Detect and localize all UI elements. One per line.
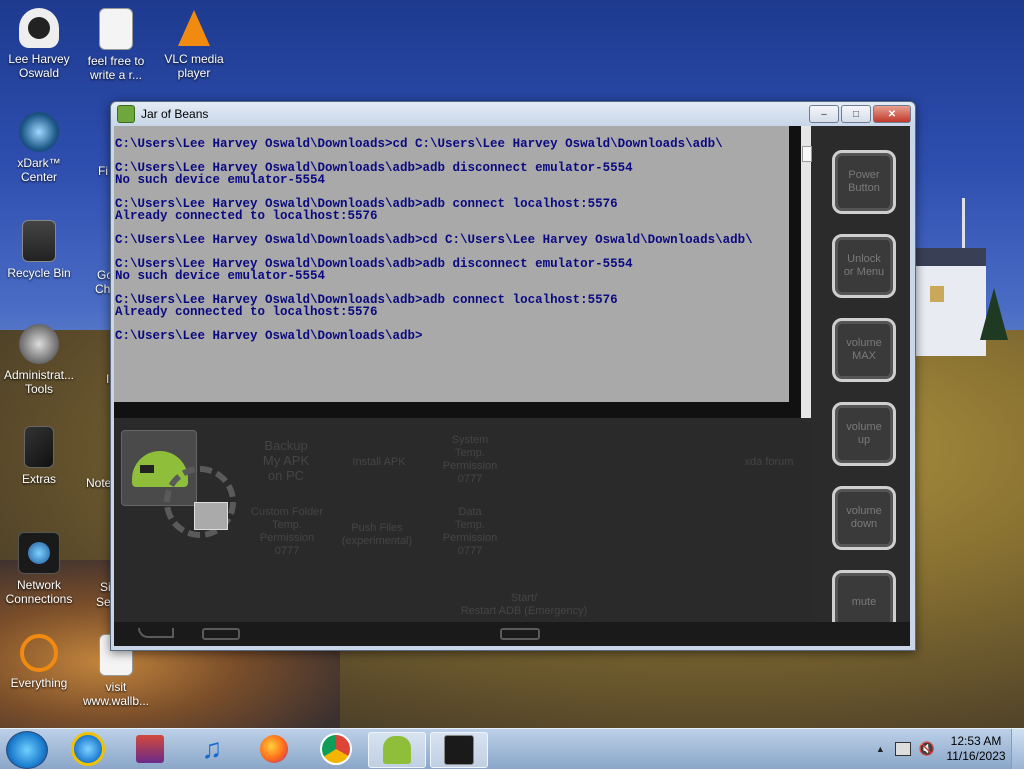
taskbar-chrome[interactable] [308,732,364,766]
backup-apk-button[interactable]: Backup My APK on PC [254,438,318,483]
desktop-icon-label: VLC media player [164,52,224,80]
taskbar: ♫ ▲ 🔇 12:53 AM 11/16/2023 [0,728,1024,769]
restart-adb-button[interactable]: Start/ Restart ADB (Emergency) [444,592,604,618]
recent-apps-icon[interactable] [202,628,240,640]
gear-icon [19,324,59,364]
desktop-partial-label: Note [86,476,112,490]
desktop-icon-label: Everything [10,676,68,690]
xda-forum-link[interactable]: xda forum [734,456,804,469]
desktop-partial-label: Se [96,595,111,609]
custom-folder-permission-button[interactable]: Custom Folder Temp. Permission 0777 [244,506,330,558]
volume-max-button[interactable]: volume MAX [832,318,896,382]
window-titlebar[interactable]: Jar of Beans [111,102,915,126]
recycle-bin-icon [22,220,56,262]
media-app-icon [136,735,164,763]
android-robot-icon [383,736,411,764]
desktop-icon-label: Extras [21,472,56,486]
system-tray: ▲ 🔇 12:53 AM 11/16/2023 [876,729,1024,769]
system-permission-button[interactable]: System Temp. Permission 0777 [440,434,500,486]
desktop-icon-xdark[interactable]: xDark™ Center [1,112,77,184]
console-bottom-bar [114,402,789,418]
console-icon [444,735,474,765]
wallpaper-house [916,248,986,356]
unlock-menu-button[interactable]: Unlock or Menu [832,234,896,298]
taskbar-music[interactable]: ♫ [184,732,240,766]
minimize-button[interactable]: – [809,105,839,123]
back-icon[interactable] [138,628,174,638]
desktop-partial-label: I [106,372,110,386]
desktop-partial-label: Fi [98,164,108,178]
clock-date: 11/16/2023 [946,749,1006,763]
network-tray-icon[interactable] [894,742,911,756]
adb-console[interactable]: C:\Users\Lee Harvey Oswald\Downloads>cd … [114,126,789,402]
taskbar-firefox[interactable] [246,732,302,766]
desktop-icon-label: Lee Harvey Oswald [8,52,70,80]
user-avatar-icon [19,8,59,48]
options-panel: Backup My APK on PC Install APK System T… [114,422,814,622]
desktop-icon-label: visit www.wallb... [82,680,150,708]
volume-up-button[interactable]: volume up [832,402,896,466]
power-button[interactable]: Power Button [832,150,896,214]
network-globe-icon [18,532,60,574]
android-nav-bar [114,622,910,646]
device-control-buttons: Power Button Unlock or Menu volume MAX v… [832,150,896,654]
folder-icon [24,426,54,468]
clock-time: 12:53 AM [950,734,1002,748]
taskbar-console[interactable] [430,732,488,768]
firefox-icon [260,735,288,763]
desktop-icon-extras[interactable]: Extras [1,426,77,486]
desktop-icon-label: feel free to write a r... [87,54,145,82]
clock[interactable]: 12:53 AM 11/16/2023 [941,734,1011,764]
speaker-muted-icon[interactable]: 🔇 [919,741,935,757]
close-button[interactable]: ✕ [873,105,911,123]
install-apk-button[interactable]: Install APK [344,456,414,469]
music-note-icon: ♫ [201,733,223,764]
desktop-icon-text-file[interactable]: feel free to write a r... [78,8,154,82]
scrollbar-thumb[interactable] [802,146,812,162]
show-desktop-button[interactable] [1011,729,1024,769]
chrome-icon [320,733,352,765]
desktop-icon-admin-tools[interactable]: Administrat... Tools [1,324,77,396]
window-title: Jar of Beans [141,107,209,121]
desktop-icon-label: Administrat... Tools [3,368,75,396]
desktop-icon-network[interactable]: Network Connections [1,532,77,606]
window-client-area: C:\Users\Lee Harvey Oswald\Downloads>cd … [114,126,910,646]
desktop-icon-vlc[interactable]: VLC media player [156,8,232,80]
desktop-partial-label: Ch [95,282,111,296]
volume-down-button[interactable]: volume down [832,486,896,550]
jar-of-beans-app-icon [117,105,135,123]
desktop-icon-label: Network Connections [5,578,73,606]
desktop-icon-everything[interactable]: Everything [1,634,77,690]
text-document-icon [99,8,133,50]
console-output: C:\Users\Lee Harvey Oswald\Downloads>cd … [115,137,753,343]
start-button[interactable] [6,731,48,769]
taskbar-internet-explorer[interactable] [60,732,116,766]
desktop-icon-user[interactable]: Lee Harvey Oswald [1,8,77,80]
desktop-icon-label: xDark™ Center [17,156,61,184]
taskbar-media-app[interactable] [122,732,178,766]
vlc-cone-icon [174,8,214,48]
data-permission-button[interactable]: Data Temp. Permission 0777 [440,506,500,558]
internet-explorer-icon [71,732,105,766]
jar-of-beans-window: Jar of Beans – □ ✕ C:\Users\Lee Harvey O… [110,101,916,651]
console-scrollbar[interactable] [789,126,812,418]
package-icon [194,502,228,530]
xdark-orb-icon [19,112,59,152]
desktop-icon-label: Recycle Bin [7,266,71,280]
tray-expand-icon[interactable]: ▲ [876,744,885,754]
desktop-icon-recycle-bin[interactable]: Recycle Bin [1,220,77,280]
maximize-button[interactable]: □ [841,105,871,123]
taskbar-jar-of-beans[interactable] [368,732,426,768]
wallpaper-tree [980,288,1008,340]
search-magnifier-icon [20,634,58,672]
home-icon[interactable] [500,628,540,640]
push-files-button[interactable]: Push Files (experimental) [332,522,422,548]
